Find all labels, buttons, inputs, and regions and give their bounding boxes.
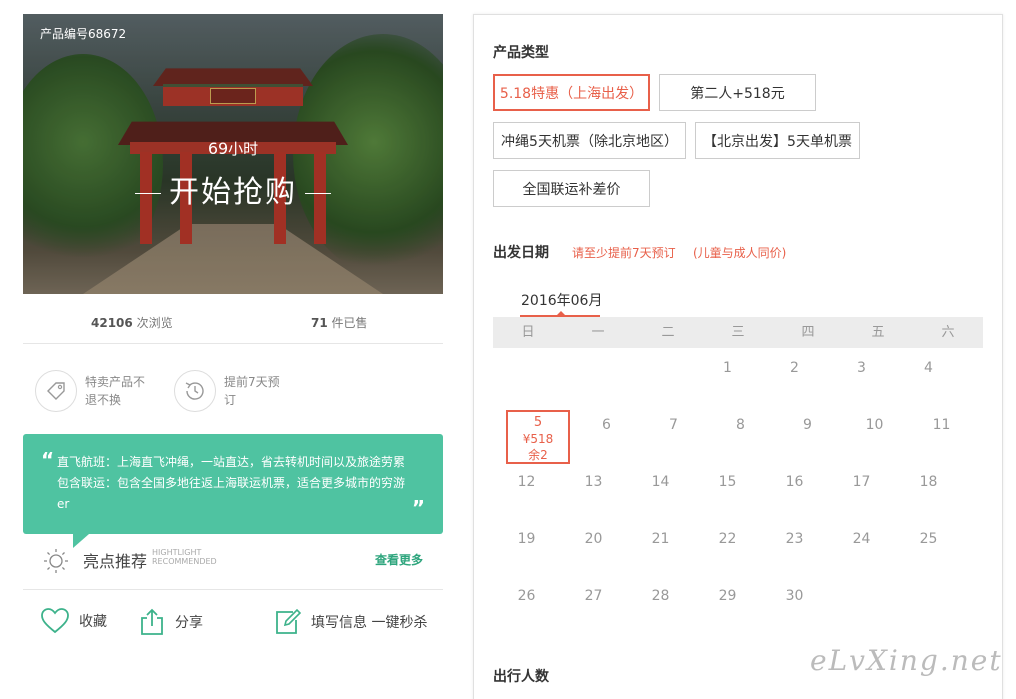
calendar-day-available[interactable]: 5 ¥518 余2 <box>506 410 570 464</box>
calendar-day: 27 <box>584 588 603 604</box>
calendar-weekday-header: 日一二三四五六 <box>493 317 983 348</box>
option-second-person[interactable]: 第二人+518元 <box>659 74 816 111</box>
feature-advance-booking: 提前7天预订 <box>174 370 290 412</box>
calendar-grid: 1 2 3 4 5 ¥518 余2 6 7 8 9 10 11 12 13 14… <box>493 348 983 633</box>
booking-panel: 产品类型 5.18特惠（上海出发） 第二人+518元 冲绳5天机票（除北京地区）… <box>473 14 1003 699</box>
product-hero-image[interactable]: 产品编号68672 69小时 开始抢购 <box>23 14 443 294</box>
calendar-day: 12 <box>517 474 536 490</box>
views-count: 42106 次浏览 <box>91 316 173 330</box>
calendar-day: 3 <box>857 360 866 376</box>
calendar-day: 15 <box>718 474 737 490</box>
share-button[interactable]: 分享 <box>139 608 203 636</box>
calendar-day: 17 <box>852 474 871 490</box>
feature-no-refund: 特卖产品不退不换 <box>35 370 151 412</box>
calendar-day: 25 <box>919 531 938 547</box>
option-nationwide-connection[interactable]: 全国联运补差价 <box>493 170 650 207</box>
day-remaining: 余2 <box>528 448 548 462</box>
product-stats: 42106 次浏览 71 件已售 <box>23 294 443 344</box>
calendar-day: 21 <box>651 531 670 547</box>
share-icon <box>141 608 163 635</box>
booking-hint: 请至少提前7天预订 <box>572 246 676 260</box>
calendar-day: 18 <box>919 474 938 490</box>
favorite-button[interactable]: 收藏 <box>41 608 107 634</box>
sale-start-headline: 开始抢购 <box>23 167 443 211</box>
calendar-day: 29 <box>718 588 737 604</box>
calendar-day: 19 <box>517 531 536 547</box>
clock-icon <box>174 370 216 412</box>
calendar-week: 1 2 3 4 <box>493 348 983 405</box>
calendar-day <box>828 576 895 633</box>
calendar-day: 20 <box>584 531 603 547</box>
calendar-day <box>493 348 560 405</box>
day-price: ¥518 <box>522 432 554 446</box>
calendar-week: 5 ¥518 余2 6 7 8 9 10 11 <box>493 405 983 464</box>
product-features: 特卖产品不退不换 提前7天预订 <box>23 344 443 434</box>
calendar-day: 2 <box>790 360 799 376</box>
highlight-text: 直飞航班：上海直飞冲绳，一站直达，省去转机时间以及旅途劳累 包含联运：包含全国多… <box>57 455 406 511</box>
calendar-day: 28 <box>651 588 670 604</box>
countdown-hours: 69小时 <box>207 139 259 158</box>
action-bar: 收藏 分享 填写信息 一键秒杀 <box>23 590 443 654</box>
recommend-title: 亮点推荐 <box>83 552 148 571</box>
calendar-day: 7 <box>669 417 678 433</box>
site-watermark: eLvXing.net <box>810 644 1003 677</box>
calendar-day: 24 <box>852 531 871 547</box>
calendar-day: 6 <box>602 417 611 433</box>
calendar-month-tab[interactable]: 2016年06月 <box>521 290 602 310</box>
sold-count: 71 件已售 <box>311 316 368 330</box>
calendar-day: 8 <box>736 417 745 433</box>
calendar-day: 23 <box>785 531 804 547</box>
calendar-day: 30 <box>785 588 804 604</box>
calendar-day: 4 <box>924 360 933 376</box>
calendar-week: 26 27 28 29 30 <box>493 576 983 633</box>
sun-icon <box>43 548 69 578</box>
heart-icon <box>41 608 69 634</box>
calendar-day: 1 <box>723 360 732 376</box>
calendar-day: 10 <box>865 417 884 433</box>
page: 产品编号68672 69小时 开始抢购 42106 次浏览 71 件已售 特卖产… <box>0 0 1016 699</box>
product-summary-column: 产品编号68672 69小时 开始抢购 42106 次浏览 71 件已售 特卖产… <box>23 14 443 654</box>
highlight-quote: “ 直飞航班：上海直飞冲绳，一站直达，省去转机时间以及旅途劳累 包含联运：包含全… <box>23 434 443 548</box>
child-price-hint: (儿童与成人同价) <box>693 246 787 260</box>
fill-info-button[interactable]: 填写信息 一键秒杀 <box>273 608 427 636</box>
open-quote-icon: “ <box>41 448 55 472</box>
calendar-day: 16 <box>785 474 804 490</box>
calendar-day: 14 <box>651 474 670 490</box>
tag-icon <box>35 370 77 412</box>
calendar-day: 9 <box>803 417 812 433</box>
calendar-day: 26 <box>517 588 536 604</box>
departure-date-title: 出发日期 <box>493 245 549 261</box>
product-type-title: 产品类型 <box>493 45 549 61</box>
option-okinawa-5day[interactable]: 冲绳5天机票（除北京地区） <box>493 122 686 159</box>
calendar-day <box>895 576 962 633</box>
calendar-day: 13 <box>584 474 603 490</box>
edit-icon <box>276 608 301 634</box>
recommend-bar: 亮点推荐 HIGHTLIGHT RECOMMENDED 查看更多 <box>23 534 443 590</box>
calendar-day: 11 <box>932 417 951 433</box>
calendar-day <box>627 348 694 405</box>
calendar-day: 22 <box>718 531 737 547</box>
view-more-link[interactable]: 查看更多 <box>375 551 423 568</box>
calendar-week: 19 20 21 22 23 24 25 <box>493 519 983 576</box>
close-quote-icon: ” <box>411 496 425 520</box>
product-code: 产品编号68672 <box>40 27 127 41</box>
travelers-title: 出行人数 <box>493 669 549 685</box>
calendar-day <box>560 348 627 405</box>
recommend-subtitle: HIGHTLIGHT RECOMMENDED <box>152 548 217 566</box>
calendar-week: 12 13 14 15 16 17 18 <box>493 462 983 519</box>
option-518-shanghai[interactable]: 5.18特惠（上海出发） <box>493 74 650 111</box>
option-beijing-5day[interactable]: 【北京出发】5天单机票 <box>695 122 860 159</box>
